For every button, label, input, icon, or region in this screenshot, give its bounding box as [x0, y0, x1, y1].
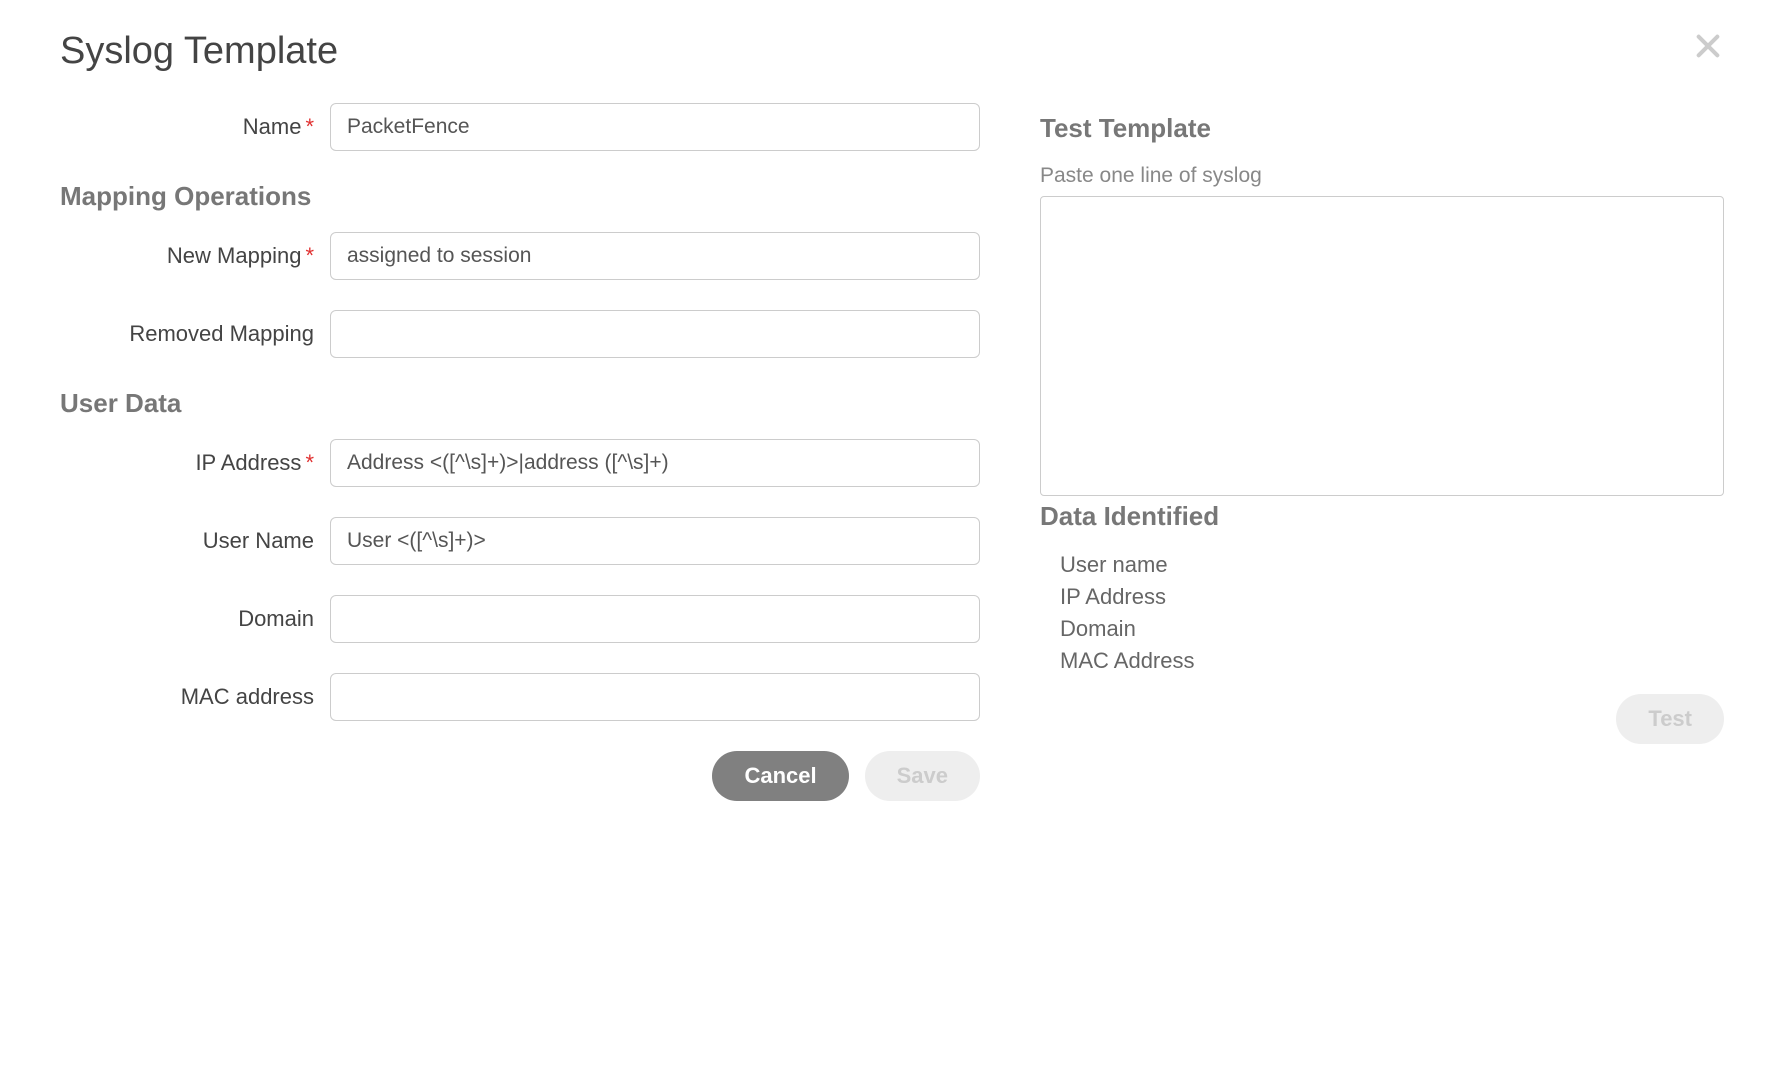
label-ip-address: IP Address* — [60, 450, 330, 476]
form-area: Name* Mapping Operations New Mapping* Re… — [60, 103, 980, 801]
close-icon[interactable] — [1692, 30, 1724, 62]
name-input[interactable] — [330, 103, 980, 151]
row-ip-address: IP Address* — [60, 439, 980, 487]
syslog-textarea[interactable] — [1040, 196, 1724, 496]
data-item: User name — [1060, 552, 1724, 578]
row-removed-mapping: Removed Mapping — [60, 310, 980, 358]
test-template-heading: Test Template — [1040, 113, 1724, 144]
removed-mapping-input[interactable] — [330, 310, 980, 358]
label-removed-mapping: Removed Mapping — [60, 321, 330, 347]
user-name-input[interactable] — [330, 517, 980, 565]
ip-address-input[interactable] — [330, 439, 980, 487]
required-marker: * — [305, 243, 314, 268]
label-user-name: User Name — [60, 528, 330, 554]
section-heading-user-data: User Data — [60, 388, 980, 419]
label-domain: Domain — [60, 606, 330, 632]
syslog-hint: Paste one line of syslog — [1040, 164, 1724, 188]
row-domain: Domain — [60, 595, 980, 643]
test-button: Test — [1616, 694, 1724, 744]
test-button-row: Test — [1040, 694, 1724, 744]
row-new-mapping: New Mapping* — [60, 232, 980, 280]
domain-input[interactable] — [330, 595, 980, 643]
test-panel: Test Template Paste one line of syslog D… — [1040, 103, 1724, 801]
required-marker: * — [305, 114, 314, 139]
label-mac-address: MAC address — [60, 684, 330, 710]
data-identified-list: User name IP Address Domain MAC Address — [1060, 552, 1724, 674]
data-item: Domain — [1060, 616, 1724, 642]
mac-address-input[interactable] — [330, 673, 980, 721]
label-new-mapping: New Mapping* — [60, 243, 330, 269]
row-mac-address: MAC address — [60, 673, 980, 721]
save-button: Save — [865, 751, 980, 801]
page-title: Syslog Template — [60, 30, 1724, 73]
new-mapping-input[interactable] — [330, 232, 980, 280]
data-item: MAC Address — [1060, 648, 1724, 674]
required-marker: * — [305, 450, 314, 475]
row-name: Name* — [60, 103, 980, 151]
row-user-name: User Name — [60, 517, 980, 565]
syslog-template-dialog: Syslog Template Name* Mapping Operations… — [0, 0, 1784, 1086]
data-item: IP Address — [1060, 584, 1724, 610]
section-heading-mapping: Mapping Operations — [60, 181, 980, 212]
label-name: Name* — [60, 114, 330, 140]
cancel-button[interactable]: Cancel — [712, 751, 848, 801]
data-identified-heading: Data Identified — [1040, 501, 1724, 532]
button-row: Cancel Save — [60, 751, 980, 801]
